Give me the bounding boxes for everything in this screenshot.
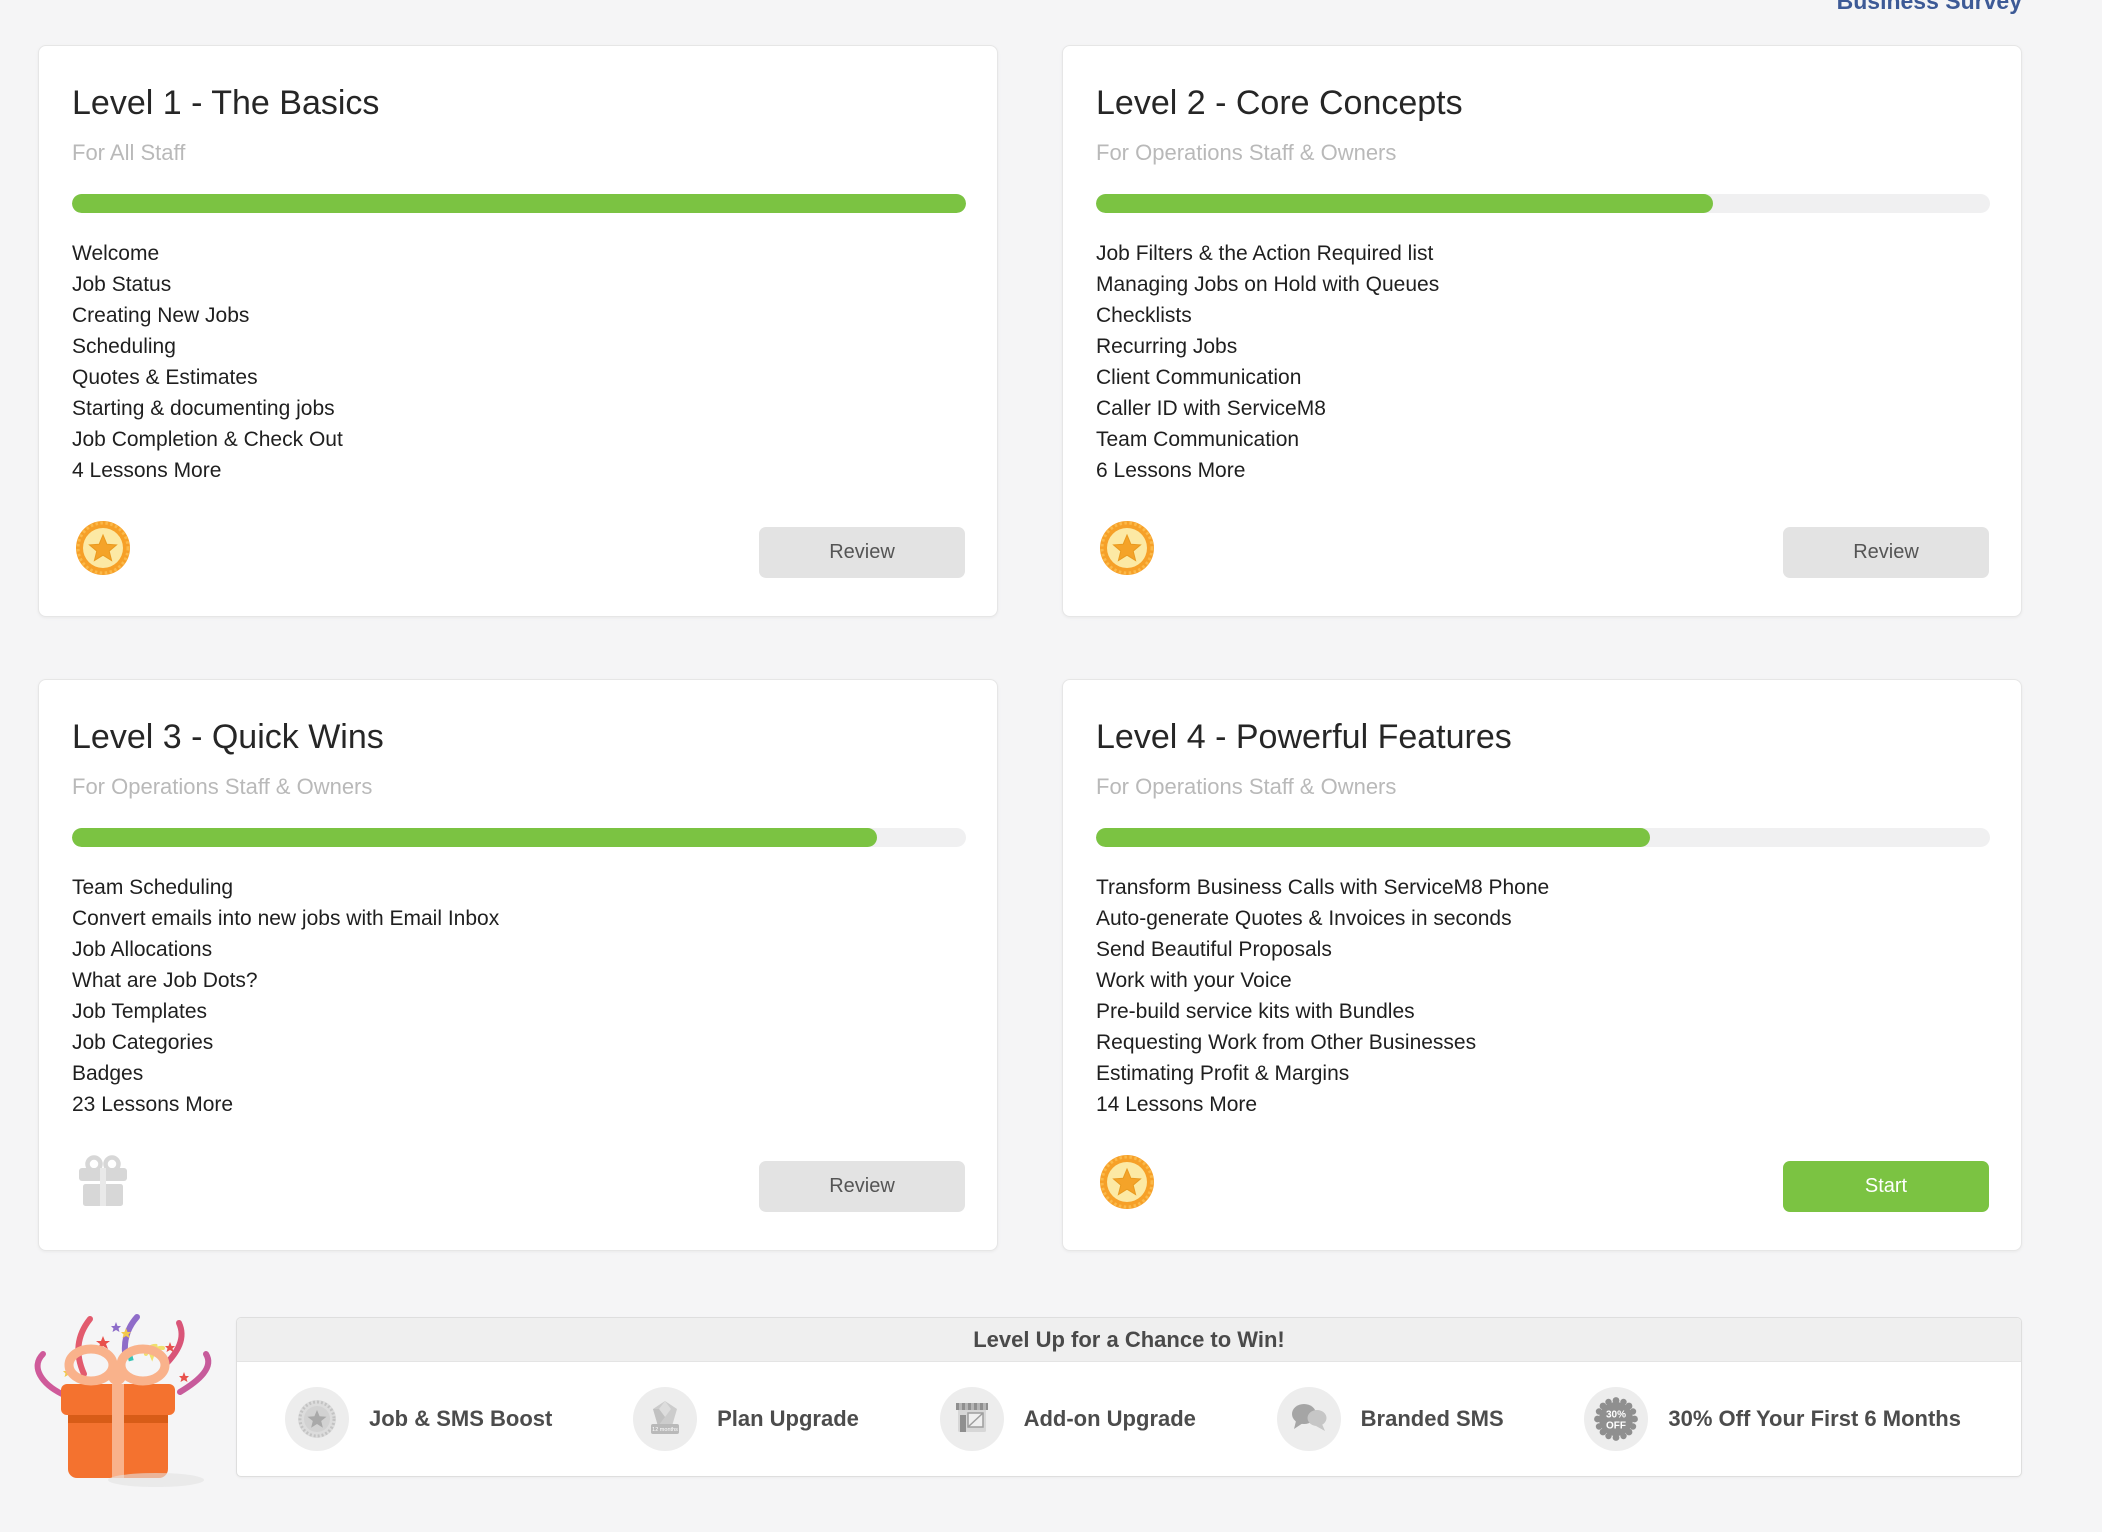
prize-row: Job & SMS Boost 12 months Plan Upgrade <box>237 1362 2021 1476</box>
gift-confetti-illustration <box>28 1312 220 1498</box>
promo-panel: Level Up for a Chance to Win! Job & SMS … <box>236 1317 2022 1477</box>
card-title: Level 2 - Core Concepts <box>1096 84 1463 123</box>
review-button[interactable]: Review <box>759 527 965 578</box>
lesson-item: Creating New Jobs <box>72 300 343 331</box>
progress-bar-fill <box>72 194 966 213</box>
progress-bar-fill <box>1096 828 1650 847</box>
lesson-item: Managing Jobs on Hold with Queues <box>1096 269 1439 300</box>
lesson-item: 14 Lessons More <box>1096 1089 1549 1120</box>
lesson-item: Auto-generate Quotes & Invoices in secon… <box>1096 903 1549 934</box>
prize-plan-upgrade: 12 months Plan Upgrade <box>633 1387 859 1451</box>
lesson-item: Badges <box>72 1058 499 1089</box>
discount-seal-icon: 30% OFF <box>1584 1387 1648 1451</box>
lesson-item: Quotes & Estimates <box>72 362 343 393</box>
gem-medal-icon: 12 months <box>633 1387 697 1451</box>
storefront-icon <box>940 1387 1004 1451</box>
level-2-card: Level 2 - Core Concepts For Operations S… <box>1062 45 2022 617</box>
progress-bar-fill <box>72 828 877 847</box>
prize-branded-sms: Branded SMS <box>1277 1387 1504 1451</box>
business-survey-link[interactable]: Business Survey <box>1837 0 2022 15</box>
review-button[interactable]: Review <box>1783 527 1989 578</box>
svg-text:OFF: OFF <box>1606 1421 1626 1432</box>
lesson-item: Starting & documenting jobs <box>72 393 343 424</box>
lesson-item: Caller ID with ServiceM8 <box>1096 393 1439 424</box>
prize-label: Add-on Upgrade <box>1024 1406 1196 1432</box>
lesson-item: Scheduling <box>72 331 343 362</box>
level-1-card: Level 1 - The Basics For All Staff Welco… <box>38 45 998 617</box>
progress-bar-fill <box>1096 194 1713 213</box>
lesson-item: Send Beautiful Proposals <box>1096 934 1549 965</box>
lesson-list: Transform Business Calls with ServiceM8 … <box>1096 872 1549 1120</box>
card-title: Level 4 - Powerful Features <box>1096 718 1512 757</box>
prize-label: Plan Upgrade <box>717 1406 859 1432</box>
gold-star-coin-icon <box>1099 1154 1155 1210</box>
lesson-item: Estimating Profit & Margins <box>1096 1058 1549 1089</box>
prize-job-sms-boost: Job & SMS Boost <box>285 1387 552 1451</box>
card-title: Level 3 - Quick Wins <box>72 718 384 757</box>
lesson-item: Recurring Jobs <box>1096 331 1439 362</box>
card-subtitle: For All Staff <box>72 140 185 166</box>
prize-30-off: 30% OFF 30% Off Your First 6 Months <box>1584 1387 1961 1451</box>
lesson-item: Job Allocations <box>72 934 499 965</box>
lesson-list: Job Filters & the Action Required listMa… <box>1096 238 1439 486</box>
gold-star-coin-icon <box>75 520 131 576</box>
lesson-list: Team SchedulingConvert emails into new j… <box>72 872 499 1120</box>
lesson-item: Transform Business Calls with ServiceM8 … <box>1096 872 1549 903</box>
lesson-item: Welcome <box>72 238 343 269</box>
card-subtitle: For Operations Staff & Owners <box>1096 774 1396 800</box>
lesson-item: 23 Lessons More <box>72 1089 499 1120</box>
lesson-item: What are Job Dots? <box>72 965 499 996</box>
lesson-item: Job Categories <box>72 1027 499 1058</box>
lesson-item: Work with your Voice <box>1096 965 1549 996</box>
level-3-card: Level 3 - Quick Wins For Operations Staf… <box>38 679 998 1251</box>
card-title: Level 1 - The Basics <box>72 84 379 123</box>
progress-bar <box>1096 194 1990 213</box>
lesson-item: Job Status <box>72 269 343 300</box>
lesson-item: Team Communication <box>1096 424 1439 455</box>
chat-bubbles-icon <box>1277 1387 1341 1451</box>
lesson-item: Requesting Work from Other Businesses <box>1096 1027 1549 1058</box>
promo-title: Level Up for a Chance to Win! <box>237 1318 2021 1362</box>
lesson-item: Job Filters & the Action Required list <box>1096 238 1439 269</box>
lesson-item: Checklists <box>1096 300 1439 331</box>
gift-icon <box>75 1154 131 1210</box>
lesson-item: Pre-build service kits with Bundles <box>1096 996 1549 1027</box>
lesson-item: 4 Lessons More <box>72 455 343 486</box>
svg-text:30%: 30% <box>1606 1410 1626 1421</box>
progress-bar <box>72 828 966 847</box>
card-subtitle: For Operations Staff & Owners <box>72 774 372 800</box>
level-4-card: Level 4 - Powerful Features For Operatio… <box>1062 679 2022 1251</box>
prize-label: 30% Off Your First 6 Months <box>1668 1406 1961 1432</box>
star-medal-icon <box>285 1387 349 1451</box>
lesson-list: WelcomeJob StatusCreating New JobsSchedu… <box>72 238 343 486</box>
review-button[interactable]: Review <box>759 1161 965 1212</box>
gold-star-coin-icon <box>1099 520 1155 576</box>
progress-bar <box>72 194 966 213</box>
prize-label: Branded SMS <box>1361 1406 1504 1432</box>
card-subtitle: For Operations Staff & Owners <box>1096 140 1396 166</box>
lesson-item: Team Scheduling <box>72 872 499 903</box>
lesson-item: Client Communication <box>1096 362 1439 393</box>
progress-bar <box>1096 828 1990 847</box>
lesson-item: Job Completion & Check Out <box>72 424 343 455</box>
prize-addon-upgrade: Add-on Upgrade <box>940 1387 1196 1451</box>
start-button[interactable]: Start <box>1783 1161 1989 1212</box>
svg-text:12 months: 12 months <box>652 1427 678 1433</box>
lesson-item: 6 Lessons More <box>1096 455 1439 486</box>
lesson-item: Job Templates <box>72 996 499 1027</box>
prize-label: Job & SMS Boost <box>369 1406 552 1432</box>
lesson-item: Convert emails into new jobs with Email … <box>72 903 499 934</box>
